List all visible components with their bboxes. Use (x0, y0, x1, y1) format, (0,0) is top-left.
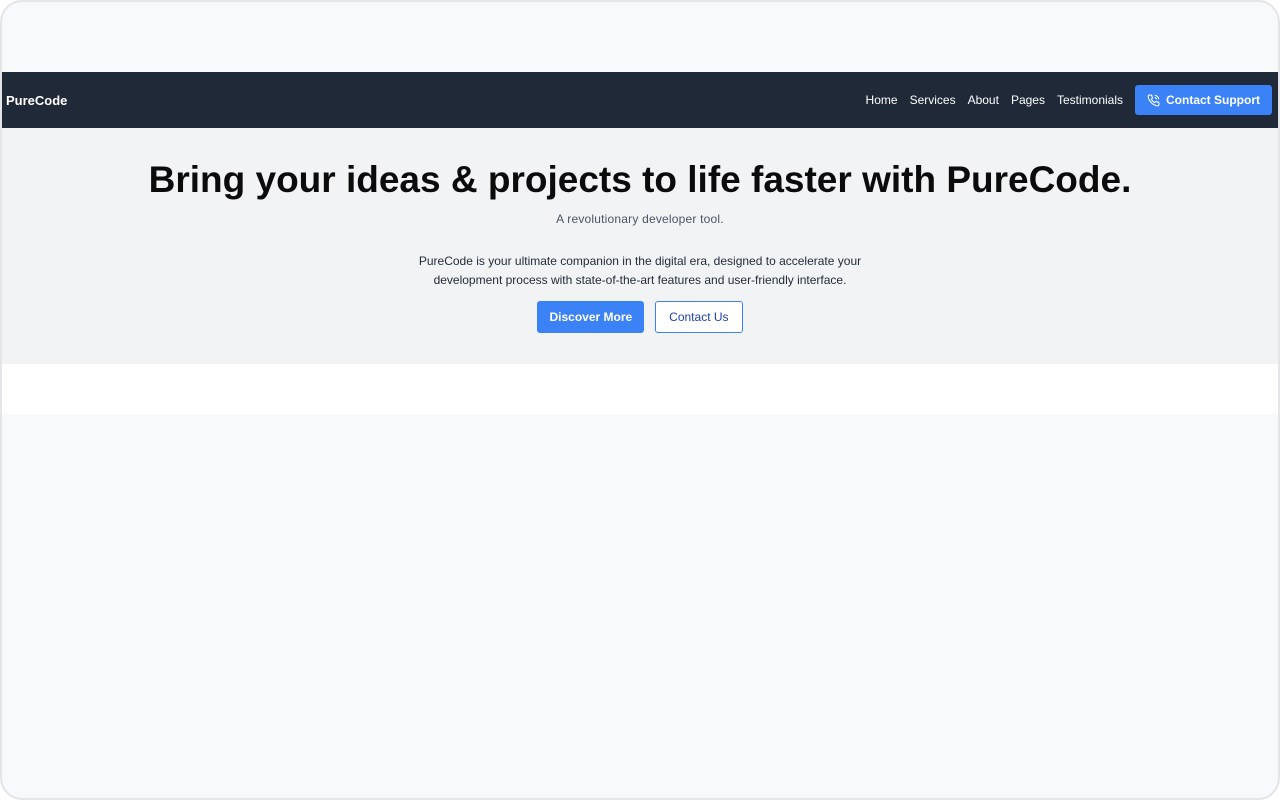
hero-section: Bring your ideas & projects to life fast… (2, 128, 1278, 364)
contact-support-button[interactable]: Contact Support (1135, 85, 1272, 115)
browser-viewport: PureCode Home Services About Pages Testi… (0, 0, 1280, 800)
contact-us-button[interactable]: Contact Us (655, 301, 743, 333)
content-section (2, 364, 1278, 414)
nav-link-testimonials[interactable]: Testimonials (1057, 93, 1123, 107)
contact-support-label: Contact Support (1166, 93, 1260, 107)
nav-link-pages[interactable]: Pages (1011, 93, 1045, 107)
hero-actions: Discover More Contact Us (2, 301, 1278, 333)
hero-description: PureCode is your ultimate companion in t… (418, 254, 862, 287)
brand-logo[interactable]: PureCode (6, 93, 67, 108)
nav-link-home[interactable]: Home (866, 93, 898, 107)
nav-link-about[interactable]: About (968, 93, 999, 107)
phone-icon (1147, 94, 1160, 107)
nav-menu: Home Services About Pages Testimonials C… (866, 85, 1272, 115)
hero-title: Bring your ideas & projects to life fast… (148, 159, 1132, 200)
discover-more-button[interactable]: Discover More (537, 301, 645, 333)
nav-link-services[interactable]: Services (910, 93, 956, 107)
navbar: PureCode Home Services About Pages Testi… (2, 72, 1278, 128)
hero-subtitle: A revolutionary developer tool. (556, 212, 724, 226)
